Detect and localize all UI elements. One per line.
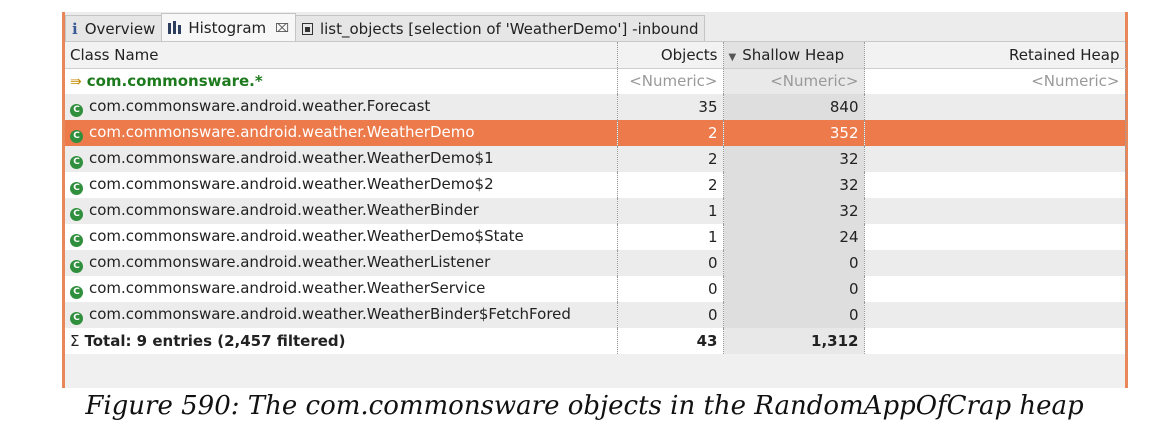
retained-heap-cell xyxy=(864,302,1126,328)
class-icon: C xyxy=(70,156,83,169)
class-icon: C xyxy=(70,208,83,221)
objects-cell: 2 xyxy=(617,146,724,172)
objects-cell: 35 xyxy=(617,94,724,120)
table-row[interactable]: Ccom.commonsware.android.weather.Weather… xyxy=(65,146,1126,172)
tab-overview[interactable]: i Overview xyxy=(65,15,163,41)
class-filter-input[interactable]: com.commonsware.* xyxy=(87,72,263,90)
tab-label: list_objects [selection of 'WeatherDemo'… xyxy=(319,19,699,38)
figure-caption: Figure 590: The com.commonsware objects … xyxy=(85,391,1084,421)
class-name-cell: com.commonsware.android.weather.WeatherB… xyxy=(89,305,571,323)
retained-heap-filter-input[interactable]: <Numeric> xyxy=(864,68,1126,94)
retained-heap-cell xyxy=(864,94,1126,120)
shallow-heap-cell: 32 xyxy=(723,146,865,172)
sigma-icon: Σ xyxy=(70,332,80,350)
shallow-heap-cell: 840 xyxy=(723,94,865,120)
column-header-shallow-heap[interactable]: ▼ Shallow Heap xyxy=(723,42,865,69)
class-icon: C xyxy=(70,312,83,325)
objects-filter-input[interactable]: <Numeric> xyxy=(617,68,724,94)
table-header: Class Name Objects ▼ Shallow Heap Retaine… xyxy=(65,42,1126,69)
regex-filter-icon: ⇛ xyxy=(70,74,82,91)
filter-row: ⇛ com.commonsware.* <Numeric> <Numeric> <… xyxy=(65,68,1126,94)
table-row-selected[interactable]: Ccom.commonsware.android.weather.Weather… xyxy=(65,120,1126,146)
retained-heap-cell xyxy=(864,120,1126,146)
class-name-cell: com.commonsware.android.weather.WeatherL… xyxy=(89,253,491,271)
column-header-retained-heap[interactable]: Retained Heap xyxy=(864,42,1126,69)
retained-heap-cell xyxy=(864,146,1126,172)
total-row: Σ Total: 9 entries (2,457 filtered) 43 1,… xyxy=(65,328,1126,354)
class-filter-cell[interactable]: ⇛ com.commonsware.* xyxy=(65,68,618,94)
objects-cell: 0 xyxy=(617,302,724,328)
column-header-class-name[interactable]: Class Name xyxy=(65,42,618,69)
class-icon: C xyxy=(70,286,83,299)
retained-heap-cell xyxy=(864,172,1126,198)
document-icon xyxy=(301,22,313,35)
memory-analyzer-panel: i Overview Histogram ⌧ list_objects [sel… xyxy=(62,12,1128,388)
histogram-table: Class Name Objects ▼ Shallow Heap Retaine… xyxy=(65,42,1126,354)
shallow-heap-cell: 0 xyxy=(723,250,865,276)
objects-cell: 0 xyxy=(617,276,724,302)
class-name-cell: com.commonsware.android.weather.WeatherD… xyxy=(89,175,494,193)
objects-cell: 2 xyxy=(617,172,724,198)
tab-list-objects[interactable]: list_objects [selection of 'WeatherDemo'… xyxy=(294,15,706,41)
shallow-heap-total: 1,312 xyxy=(723,328,865,354)
class-icon: C xyxy=(70,104,83,117)
histogram-icon xyxy=(168,21,182,34)
shallow-heap-cell: 352 xyxy=(723,120,865,146)
table-row[interactable]: Ccom.commonsware.android.weather.Weather… xyxy=(65,224,1126,250)
table-row[interactable]: Ccom.commonsware.android.weather.Weather… xyxy=(65,198,1126,224)
shallow-heap-cell: 24 xyxy=(723,224,865,250)
tab-label: Overview xyxy=(84,19,156,38)
table-row[interactable]: Ccom.commonsware.android.weather.Weather… xyxy=(65,302,1126,328)
shallow-heap-cell: 32 xyxy=(723,198,865,224)
retained-heap-cell xyxy=(864,250,1126,276)
column-header-objects[interactable]: Objects xyxy=(617,42,724,69)
close-icon[interactable]: ⌧ xyxy=(275,21,289,35)
retained-heap-cell xyxy=(864,198,1126,224)
table-row[interactable]: Ccom.commonsware.android.weather.Forecas… xyxy=(65,94,1126,120)
class-icon: C xyxy=(70,234,83,247)
table-row[interactable]: Ccom.commonsware.android.weather.Weather… xyxy=(65,172,1126,198)
editor-tab-bar: i Overview Histogram ⌧ list_objects [sel… xyxy=(65,12,1125,42)
class-name-cell: com.commonsware.android.weather.Forecast xyxy=(89,97,431,115)
class-icon: C xyxy=(70,260,83,273)
class-name-cell: com.commonsware.android.weather.WeatherD… xyxy=(89,123,475,141)
shallow-heap-filter-input[interactable]: <Numeric> xyxy=(723,68,865,94)
sort-descending-icon: ▼ xyxy=(728,51,737,63)
info-icon: i xyxy=(72,19,78,38)
shallow-heap-cell: 0 xyxy=(723,302,865,328)
objects-total: 43 xyxy=(617,328,724,354)
column-header-label: Shallow Heap xyxy=(742,45,845,64)
objects-cell: 0 xyxy=(617,250,724,276)
objects-cell: 1 xyxy=(617,224,724,250)
class-name-cell: com.commonsware.android.weather.WeatherB… xyxy=(89,201,479,219)
class-name-cell: com.commonsware.android.weather.WeatherD… xyxy=(89,149,494,167)
retained-heap-cell xyxy=(864,276,1126,302)
retained-heap-cell xyxy=(864,224,1126,250)
table-row[interactable]: Ccom.commonsware.android.weather.Weather… xyxy=(65,276,1126,302)
shallow-heap-cell: 0 xyxy=(723,276,865,302)
class-icon: C xyxy=(70,182,83,195)
class-name-cell: com.commonsware.android.weather.WeatherS… xyxy=(89,279,486,297)
retained-heap-total xyxy=(864,328,1126,354)
objects-cell: 1 xyxy=(617,198,724,224)
objects-cell: 2 xyxy=(617,120,724,146)
class-name-cell: com.commonsware.android.weather.WeatherD… xyxy=(89,227,524,245)
total-label: Total: 9 entries (2,457 filtered) xyxy=(84,332,346,350)
shallow-heap-cell: 32 xyxy=(723,172,865,198)
class-icon: C xyxy=(70,130,83,143)
tab-label: Histogram xyxy=(188,18,267,37)
tab-histogram[interactable]: Histogram ⌧ xyxy=(161,13,296,41)
table-row[interactable]: Ccom.commonsware.android.weather.Weather… xyxy=(65,250,1126,276)
